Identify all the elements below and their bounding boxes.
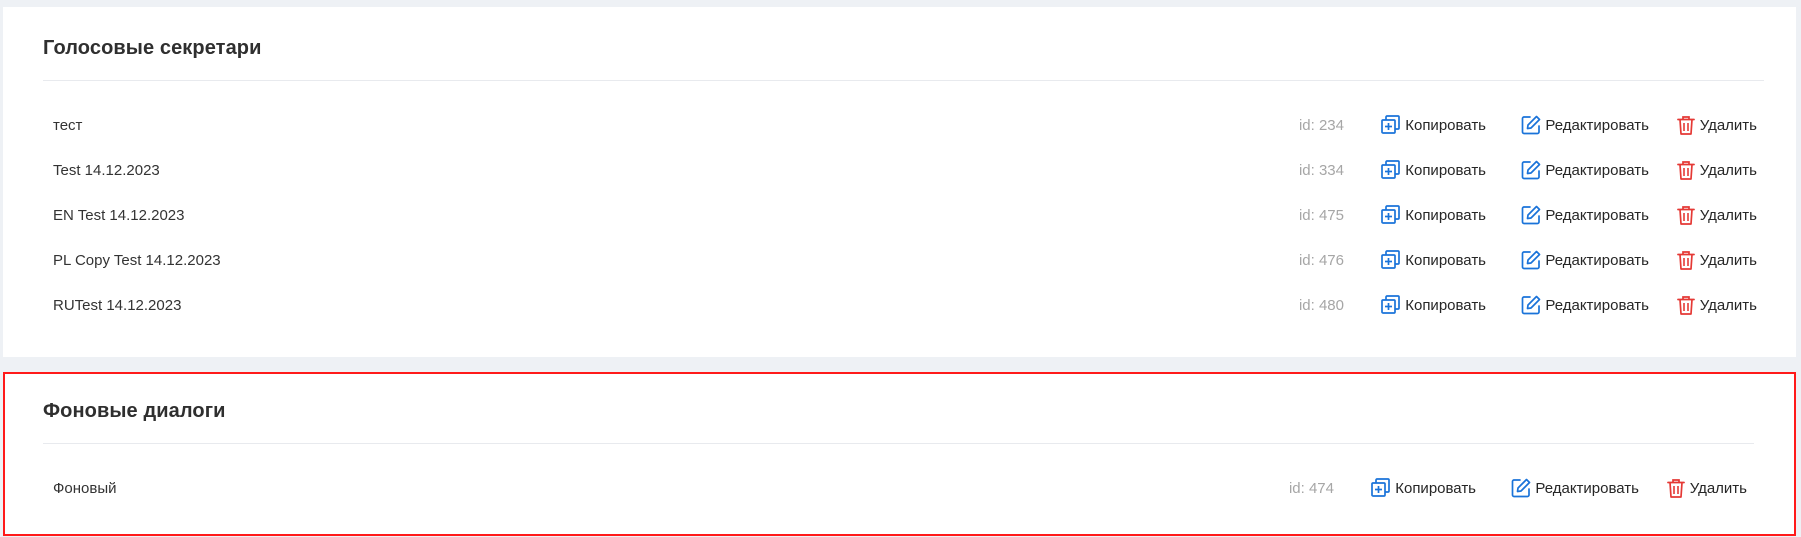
- edit-label: Редактировать: [1545, 296, 1649, 314]
- delete-button[interactable]: Удалить: [1675, 158, 1757, 182]
- item-id: id: 334: [1298, 162, 1344, 179]
- copy-label: Копировать: [1405, 206, 1486, 224]
- copy-label: Копировать: [1405, 296, 1486, 314]
- edit-button[interactable]: Редактировать: [1510, 476, 1639, 500]
- delete-button[interactable]: Удалить: [1675, 113, 1757, 137]
- delete-label: Удалить: [1689, 479, 1747, 497]
- copy-label: Копировать: [1405, 116, 1486, 134]
- copy-label: Копировать: [1395, 479, 1476, 497]
- list-item: RUTest 14.12.2023 id: 480 Копировать Ред…: [43, 285, 1764, 330]
- edit-button[interactable]: Редактировать: [1520, 203, 1649, 227]
- copy-label: Копировать: [1405, 251, 1486, 269]
- edit-label: Редактировать: [1545, 161, 1649, 179]
- copy-label: Копировать: [1405, 161, 1486, 179]
- delete-label: Удалить: [1699, 206, 1757, 224]
- edit-icon: [1520, 294, 1542, 316]
- edit-icon: [1520, 204, 1542, 226]
- copy-button[interactable]: Копировать: [1370, 476, 1476, 500]
- item-id: id: 234: [1298, 117, 1344, 134]
- section-divider: [43, 80, 1764, 81]
- section-title: Голосовые секретари: [43, 37, 262, 59]
- section-title: Фоновые диалоги: [43, 400, 226, 422]
- delete-label: Удалить: [1699, 116, 1757, 134]
- edit-button[interactable]: Редактировать: [1520, 293, 1649, 317]
- section-divider: [43, 443, 1754, 444]
- delete-label: Удалить: [1699, 251, 1757, 269]
- trash-icon: [1675, 294, 1697, 316]
- item-name[interactable]: EN Test 14.12.2023: [53, 207, 184, 224]
- trash-icon: [1675, 114, 1697, 136]
- background-dialogs-panel: Фоновые диалоги Фоновый id: 474 Копирова…: [3, 372, 1796, 536]
- copy-button[interactable]: Копировать: [1380, 203, 1486, 227]
- trash-icon: [1675, 249, 1697, 271]
- delete-button[interactable]: Удалить: [1675, 248, 1757, 272]
- edit-icon: [1520, 114, 1542, 136]
- edit-button[interactable]: Редактировать: [1520, 113, 1649, 137]
- edit-label: Редактировать: [1545, 116, 1649, 134]
- trash-icon: [1675, 204, 1697, 226]
- edit-label: Редактировать: [1545, 206, 1649, 224]
- list-item: PL Copy Test 14.12.2023 id: 476 Копирова…: [43, 240, 1764, 285]
- delete-button[interactable]: Удалить: [1675, 203, 1757, 227]
- list-item: тест id: 234 Копировать Редактировать Уд…: [43, 105, 1764, 150]
- list: тест id: 234 Копировать Редактировать Уд…: [43, 105, 1764, 330]
- delete-button[interactable]: Удалить: [1675, 293, 1757, 317]
- item-name[interactable]: Фоновый: [53, 480, 117, 497]
- edit-icon: [1520, 159, 1542, 181]
- item-name[interactable]: RUTest 14.12.2023: [53, 297, 181, 314]
- copy-icon: [1380, 249, 1402, 271]
- list-item: EN Test 14.12.2023 id: 475 Копировать Ре…: [43, 195, 1764, 240]
- voice-secretaries-panel: Голосовые секретари тест id: 234 Копиров…: [3, 7, 1796, 357]
- list-item: Test 14.12.2023 id: 334 Копировать Редак…: [43, 150, 1764, 195]
- item-id: id: 480: [1298, 297, 1344, 314]
- edit-icon: [1510, 477, 1532, 499]
- list: Фоновый id: 474 Копировать Редактировать…: [43, 468, 1754, 513]
- copy-icon: [1380, 204, 1402, 226]
- item-id: id: 476: [1298, 252, 1344, 269]
- list-item: Фоновый id: 474 Копировать Редактировать…: [43, 468, 1754, 513]
- edit-label: Редактировать: [1535, 479, 1639, 497]
- edit-button[interactable]: Редактировать: [1520, 158, 1649, 182]
- edit-icon: [1520, 249, 1542, 271]
- copy-icon: [1380, 114, 1402, 136]
- item-name[interactable]: Test 14.12.2023: [53, 162, 160, 179]
- edit-button[interactable]: Редактировать: [1520, 248, 1649, 272]
- copy-button[interactable]: Копировать: [1380, 113, 1486, 137]
- copy-button[interactable]: Копировать: [1380, 293, 1486, 317]
- trash-icon: [1665, 477, 1687, 499]
- copy-icon: [1380, 294, 1402, 316]
- item-name[interactable]: PL Copy Test 14.12.2023: [53, 252, 221, 269]
- copy-button[interactable]: Копировать: [1380, 158, 1486, 182]
- item-name[interactable]: тест: [53, 117, 82, 134]
- delete-label: Удалить: [1699, 161, 1757, 179]
- copy-icon: [1380, 159, 1402, 181]
- delete-label: Удалить: [1699, 296, 1757, 314]
- delete-button[interactable]: Удалить: [1665, 476, 1747, 500]
- edit-label: Редактировать: [1545, 251, 1649, 269]
- item-id: id: 475: [1298, 207, 1344, 224]
- copy-icon: [1370, 477, 1392, 499]
- trash-icon: [1675, 159, 1697, 181]
- item-id: id: 474: [1288, 480, 1334, 497]
- copy-button[interactable]: Копировать: [1380, 248, 1486, 272]
